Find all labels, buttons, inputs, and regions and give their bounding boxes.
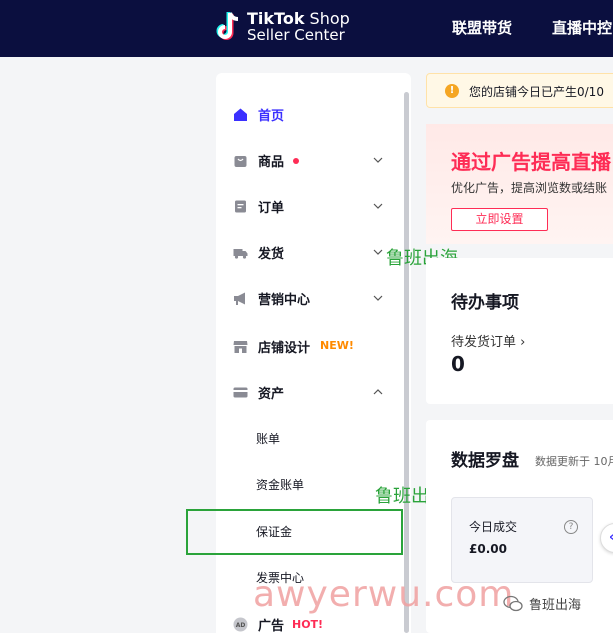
card-title: 待办事项 <box>451 293 519 313</box>
notice-bar: ! 您的店铺今日已产生0/10 <box>426 73 613 108</box>
sidebar-item-products[interactable]: 商品 <box>216 145 396 175</box>
logo-text: TikTok Shop Seller Center <box>247 11 350 44</box>
sidebar-item-marketing[interactable]: 营销中心 <box>216 283 396 313</box>
logo-subtitle: Seller Center <box>247 26 345 44</box>
svg-text:AD: AD <box>236 622 246 629</box>
arrow-icon: ‹ <box>609 530 613 545</box>
watermark-url: awyerwu.com <box>253 574 515 615</box>
wechat-icon <box>503 595 523 611</box>
chevron-right-icon: › <box>520 335 526 350</box>
home-icon <box>234 108 247 121</box>
sidebar-subitem-fund-bills[interactable]: 资金账单 <box>256 476 304 493</box>
tiktok-shop-logo[interactable]: TikTok Shop Seller Center <box>213 10 350 44</box>
sidebar-item-orders[interactable]: 订单 <box>216 191 396 221</box>
top-header: TikTok Shop Seller Center 联盟带货 直播中控 <box>0 0 613 57</box>
sidebar-item-label: 商品 <box>258 154 285 170</box>
setup-now-button[interactable]: 立即设置 <box>451 208 548 231</box>
metric-value: £0.00 <box>469 542 507 556</box>
sidebar-item-label: 首页 <box>258 108 285 124</box>
banner-title: 通过广告提高直播 <box>451 150 611 174</box>
todo-card: 待办事项 待发货订单 › 0 <box>426 258 613 404</box>
wechat-watermark: 鲁班出海 <box>503 594 581 613</box>
store-icon <box>233 340 248 353</box>
order-icon <box>235 200 246 212</box>
update-time: 数据更新于 10月 <box>535 455 613 468</box>
chevron-down-icon[interactable] <box>373 293 383 303</box>
tiktok-logo-icon <box>216 12 239 40</box>
sidebar-item-store-design[interactable]: 店铺设计 NEW! <box>216 331 396 361</box>
chevron-down-icon[interactable] <box>373 201 383 211</box>
sidebar-item-label: 广告 <box>258 618 285 633</box>
product-bag-icon <box>234 155 247 167</box>
ad-icon: AD <box>233 617 248 631</box>
new-badge: NEW! <box>320 339 354 352</box>
sidebar-item-label: 发货 <box>258 246 285 262</box>
chevron-up-icon[interactable] <box>373 387 383 397</box>
topnav-affiliate[interactable]: 联盟带货 <box>452 17 512 38</box>
metric-card-today-sales[interactable]: 今日成交 £0.00 ? <box>451 497 593 583</box>
ad-promo-banner: 通过广告提高直播 优化广告，提高浏览数或结账 立即设置 <box>426 124 613 244</box>
topnav-live-control[interactable]: 直播中控 <box>552 17 612 38</box>
sidebar-item-assets[interactable]: 资产 <box>216 377 396 407</box>
banner-subtitle: 优化广告，提高浏览数或结账 <box>451 181 608 195</box>
sidebar-item-label: 营销中心 <box>258 292 311 308</box>
chevron-down-icon[interactable] <box>373 247 383 257</box>
notification-dot <box>293 158 299 164</box>
pending-shipment-link[interactable]: 待发货订单 › <box>451 331 525 350</box>
wechat-account-name: 鲁班出海 <box>529 598 582 613</box>
metric-label: 今日成交 <box>469 520 518 534</box>
sidebar-item-home[interactable]: 首页 <box>216 99 396 129</box>
notice-text: 您的店铺今日已产生0/10 <box>469 85 604 99</box>
highlight-box <box>186 509 403 555</box>
hot-badge: HOT! <box>292 618 324 631</box>
truck-icon <box>233 248 248 259</box>
warning-icon: ! <box>445 84 459 98</box>
card-title: 数据罗盘 <box>451 451 519 471</box>
pending-shipment-count: 0 <box>451 352 465 376</box>
megaphone-icon <box>234 292 245 305</box>
sidebar-item-shipping[interactable]: 发货 <box>216 237 396 267</box>
todo-item-label: 待发货订单 <box>451 335 517 350</box>
help-icon[interactable]: ? <box>564 520 578 534</box>
sidebar-scrollbar[interactable] <box>404 92 409 633</box>
sidebar-item-label: 店铺设计 <box>258 340 311 356</box>
sidebar-item-label: 资产 <box>258 386 285 402</box>
chevron-down-icon[interactable] <box>373 155 383 165</box>
sidebar-item-label: 订单 <box>258 200 285 216</box>
card-icon <box>233 387 248 397</box>
sidebar-subitem-bills[interactable]: 账单 <box>256 430 280 447</box>
